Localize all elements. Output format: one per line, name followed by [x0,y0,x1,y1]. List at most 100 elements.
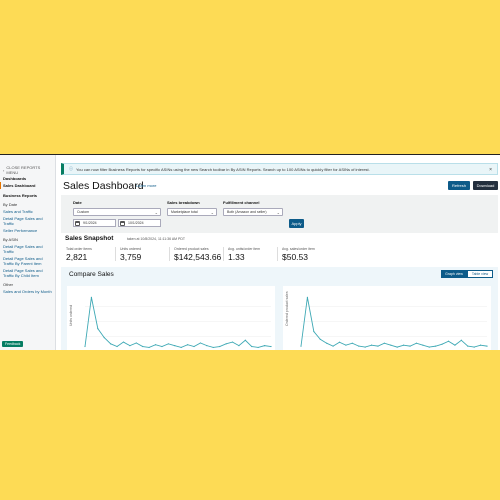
chart-point[interactable] [396,346,398,348]
banner-close-icon[interactable]: × [489,167,492,173]
snapshot-title: Sales Snapshot [65,235,114,242]
chart-point[interactable] [135,342,137,344]
learn-more-link[interactable]: Learn more [136,183,156,188]
feedback-badge[interactable]: Feedback [2,341,24,347]
chart-point[interactable] [238,345,240,347]
chart-point[interactable] [110,343,112,345]
chart-point[interactable] [251,345,253,348]
chart-point[interactable] [257,346,259,349]
chart-point[interactable] [358,345,360,347]
sidebar-item-detail-page-asin[interactable]: Detail Page Sales and Traffic [0,243,55,255]
metric-divider [169,247,170,261]
end-date-input[interactable]: 10/1/2024 [118,219,161,227]
sidebar-item-detail-page-child[interactable]: Detail Page Sales and Traffic By Child I… [0,267,55,279]
reports-sidebar: ‹ CLOSE REPORTS MENU Dashboards Sales Da… [0,155,56,350]
chart-series-line [84,297,272,348]
chart-point[interactable] [270,345,272,348]
chart-point[interactable] [377,345,379,347]
chart-point[interactable] [486,345,488,347]
chart-point[interactable] [454,344,456,346]
product-sales-chart-panel: Ordered product sales [283,286,491,350]
sidebar-business-reports-heading: Business Reports [3,193,38,198]
snapshot-timestamp: taken at 10/8/2024, 11:11:36 AM PDT [127,237,186,241]
sidebar-item-detail-page-parent[interactable]: Detail Page Sales and Traffic By Parent … [0,255,55,267]
chart-point[interactable] [390,344,392,346]
chart-point[interactable] [319,338,321,340]
chart-point[interactable] [422,344,424,346]
apply-button[interactable]: Apply [289,219,304,228]
download-button[interactable]: Download [473,181,498,190]
chart-point[interactable] [338,341,341,343]
chart-point[interactable] [306,296,309,298]
chart-point[interactable] [263,345,266,347]
chart-point[interactable] [345,344,347,346]
chart-point[interactable] [161,345,163,348]
chart-point[interactable] [435,345,437,347]
chart-point[interactable] [154,344,157,346]
chart-point[interactable] [441,343,443,345]
close-reports-menu[interactable]: ‹ CLOSE REPORTS MENU [0,165,55,175]
chart-point[interactable] [415,342,418,344]
chart-point[interactable] [129,345,131,347]
product-sales-chart: Ordered product sales [285,291,488,348]
chart-point[interactable] [148,346,150,349]
metric-divider [223,247,224,261]
chevron-down-icon: ⌄ [276,210,280,215]
chart-point[interactable] [403,344,405,346]
chart-point[interactable] [332,345,334,347]
chart-point[interactable] [313,330,315,333]
table-view-button[interactable]: Table view [467,270,493,278]
sidebar-item-seller-performance[interactable]: Seller Performance [0,227,55,234]
sidebar-item-sales-orders-month[interactable]: Sales and Orders by Month [0,288,55,295]
start-date-input[interactable]: 9/1/2024 [73,219,116,227]
chart-point[interactable] [90,296,93,298]
chart-point[interactable] [231,341,234,343]
chart-point[interactable] [370,344,373,346]
chart-point[interactable] [219,345,221,348]
chart-point[interactable] [174,345,176,347]
chart-point[interactable] [193,345,195,348]
chart-point[interactable] [473,346,475,348]
chart-point[interactable] [103,336,105,339]
chart-point[interactable] [225,343,227,345]
sidebar-item-detail-page-date[interactable]: Detail Page Sales and Traffic [0,215,55,227]
date-select[interactable]: Custom ⌄ [73,208,161,216]
chart-point[interactable] [180,346,182,349]
chart-point[interactable] [212,346,214,349]
chart-point[interactable] [84,345,86,348]
chart-point[interactable] [206,345,208,347]
chart-point[interactable] [116,345,118,348]
chart-ylabel: Ordered product sales [285,291,289,326]
chart-point[interactable] [364,346,366,348]
chart-point[interactable] [460,339,462,341]
chart-point[interactable] [447,340,450,342]
refresh-button[interactable]: Refresh [448,181,470,190]
units-ordered-chart: Units ordered [69,296,272,349]
channel-select[interactable]: Both (Amazon and seller) ⌄ [223,208,283,216]
chart-point[interactable] [351,342,353,344]
banner-text: You can now filter Business Reports for … [76,166,370,172]
chart-point[interactable] [383,342,385,344]
info-banner: ⓘ You can now filter Business Reports fo… [61,163,498,175]
graph-view-button[interactable]: Graph view [441,270,467,278]
calendar-icon [120,220,125,226]
chart-point[interactable] [244,339,246,341]
chart-point[interactable] [187,344,189,346]
chart-point[interactable] [142,345,144,348]
chart-point[interactable] [122,341,125,343]
chart-point[interactable] [167,343,169,345]
sidebar-dashboards-heading: Dashboards [3,176,27,181]
chart-point[interactable] [326,342,328,344]
breakdown-select[interactable]: Marketplace total ⌄ [167,208,217,216]
chart-point[interactable] [300,345,302,347]
date-select-value: Custom [77,210,90,214]
chart-point[interactable] [97,328,99,330]
chart-point[interactable] [199,342,202,344]
info-icon: ⓘ [69,166,73,171]
chart-point[interactable] [428,346,430,348]
chart-point[interactable] [409,345,411,347]
chart-point[interactable] [479,344,482,346]
sidebar-item-sales-traffic[interactable]: Sales and Traffic [0,208,55,215]
sidebar-item-sales-dashboard[interactable]: Sales Dashboard [0,182,55,189]
chart-point[interactable] [467,345,469,347]
